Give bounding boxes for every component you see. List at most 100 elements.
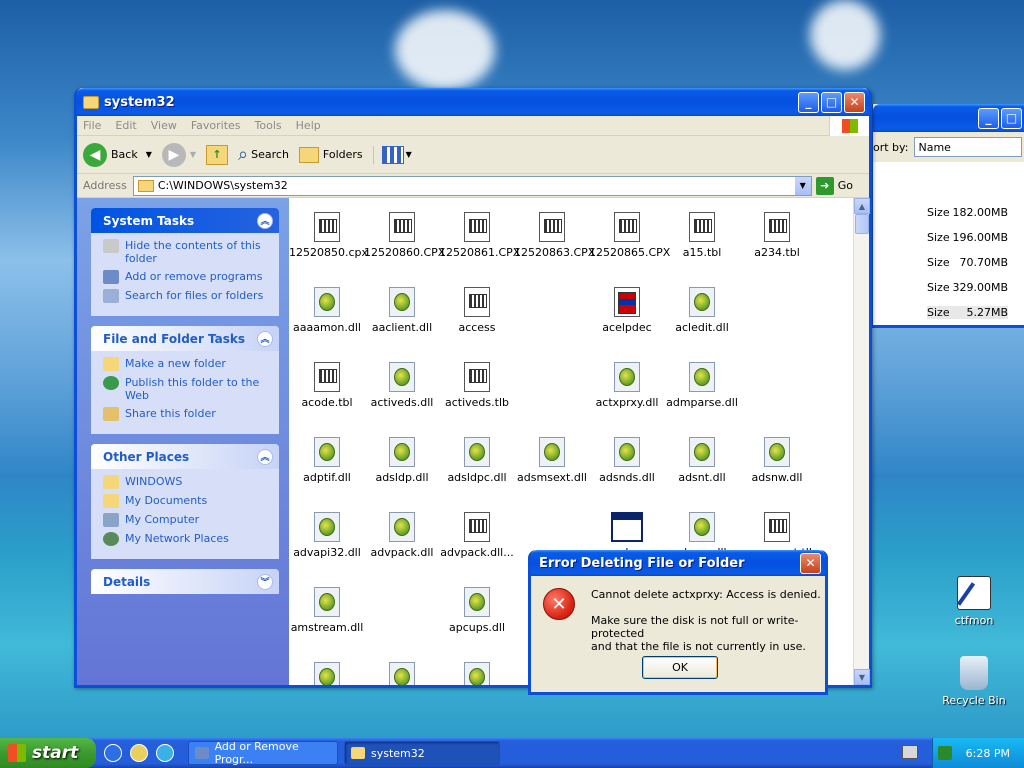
- network-tray-icon[interactable]: [937, 746, 952, 760]
- file-item[interactable]: [364, 662, 440, 685]
- error-dialog[interactable]: Error Deleting File or Folder ✕ ✕ Cannot…: [528, 550, 828, 695]
- back-button[interactable]: ◀ Back ▼: [83, 142, 152, 167]
- place-my-computer[interactable]: My Computer: [103, 513, 273, 527]
- menu-view[interactable]: View: [151, 119, 177, 132]
- search-button[interactable]: ⌕ Search: [238, 144, 289, 165]
- file-item[interactable]: access: [439, 287, 515, 334]
- file-name: 12520865.CPX: [589, 246, 671, 259]
- menu-favorites[interactable]: Favorites: [191, 119, 241, 132]
- dll-file-icon: [464, 437, 490, 467]
- file-item[interactable]: acledit.dll: [664, 287, 740, 334]
- folders-button[interactable]: Folders: [298, 146, 363, 163]
- desktop-icon-ctfmon[interactable]: ctfmon: [934, 576, 1014, 627]
- file-name: aaclient.dll: [371, 321, 433, 334]
- file-item[interactable]: adsnw.dll: [739, 437, 815, 484]
- place-network[interactable]: My Network Places: [103, 532, 273, 546]
- file-item[interactable]: adsmsext.dll: [514, 437, 590, 484]
- menu-edit[interactable]: Edit: [115, 119, 136, 132]
- minimize-button[interactable]: _: [798, 91, 819, 113]
- media-player-icon[interactable]: [156, 744, 174, 762]
- file-folder-tasks-header[interactable]: File and Folder Tasks ︽: [91, 326, 279, 351]
- file-item[interactable]: advpack.dll...: [439, 512, 515, 559]
- file-item[interactable]: adsnds.dll: [589, 437, 665, 484]
- ok-button[interactable]: OK: [642, 656, 718, 679]
- keyboard-icon[interactable]: [902, 745, 918, 759]
- maximize-button[interactable]: □: [821, 91, 842, 113]
- file-item[interactable]: activeds.tlb: [439, 362, 515, 409]
- file-item[interactable]: amstream.dll: [289, 587, 365, 634]
- details-header[interactable]: Details ︾: [91, 569, 279, 594]
- menu-help[interactable]: Help: [296, 119, 321, 132]
- file-item[interactable]: 12520861.CPX: [439, 212, 521, 259]
- task-add-remove[interactable]: Add or Remove Progr...: [188, 740, 338, 766]
- task-hide-contents[interactable]: Hide the contents of this folder: [103, 239, 273, 265]
- up-folder-button[interactable]: ↑: [206, 144, 229, 165]
- file-item[interactable]: 12520863.CPX: [514, 212, 595, 259]
- chevron-down-icon[interactable]: ▼: [794, 176, 811, 195]
- scroll-down-button[interactable]: ▼: [854, 669, 870, 685]
- collapse-icon[interactable]: ︽: [257, 212, 273, 229]
- file-name: 12520861.CPX: [439, 246, 521, 259]
- file-item[interactable]: a234.tbl: [739, 212, 815, 259]
- task-system32[interactable]: system32: [344, 741, 500, 765]
- file-item[interactable]: 12520865.CPX: [589, 212, 671, 259]
- file-item[interactable]: aaaamon.dll: [289, 287, 365, 334]
- file-item[interactable]: activeds.dll: [364, 362, 440, 409]
- maximize-button[interactable]: □: [1001, 107, 1022, 129]
- file-item[interactable]: aaclient.dll: [364, 287, 440, 334]
- menu-file[interactable]: File: [83, 119, 101, 132]
- file-item[interactable]: adsldp.dll: [364, 437, 440, 484]
- minimize-button[interactable]: _: [978, 107, 999, 129]
- file-item[interactable]: 12520860.CPX: [364, 212, 445, 259]
- file-item[interactable]: advpack.dll: [364, 512, 440, 559]
- file-name: advpack.dll...: [440, 546, 514, 559]
- file-item[interactable]: admparse.dll: [664, 362, 740, 409]
- bg-titlebar[interactable]: _ □: [873, 104, 1024, 132]
- task-add-remove[interactable]: Add or remove programs: [103, 270, 273, 284]
- share-icon: [103, 407, 119, 421]
- ie-icon[interactable]: [104, 744, 122, 762]
- background-window[interactable]: _ □ ort by: Name Size 182.00MB Size 196.00…: [870, 104, 1024, 328]
- file-item[interactable]: adptif.dll: [289, 437, 365, 484]
- explorer-titlebar[interactable]: system32 _ □ ✕: [77, 88, 869, 116]
- file-item[interactable]: actxprxy.dll: [589, 362, 665, 409]
- file-item[interactable]: acelpdec: [589, 287, 665, 334]
- go-button[interactable]: ➜ Go: [815, 176, 853, 195]
- task-search[interactable]: Search for files or folders: [103, 289, 273, 303]
- file-item[interactable]: 12520850.cpx: [289, 212, 368, 259]
- file-item[interactable]: [439, 662, 515, 685]
- place-my-documents[interactable]: My Documents: [103, 494, 273, 508]
- file-item[interactable]: acode.tbl: [289, 362, 365, 409]
- file-item[interactable]: apcups.dll: [439, 587, 515, 634]
- other-places-header[interactable]: Other Places ︽: [91, 444, 279, 469]
- system-tasks-header[interactable]: System Tasks ︽: [91, 208, 279, 233]
- start-button[interactable]: start: [0, 738, 96, 768]
- file-item[interactable]: adsldpc.dll: [439, 437, 515, 484]
- outlook-icon[interactable]: [130, 744, 148, 762]
- clock[interactable]: 6:28 PM: [966, 747, 1010, 760]
- scroll-thumb[interactable]: [855, 214, 869, 234]
- task-new-folder[interactable]: Make a new folder: [103, 357, 273, 371]
- forward-button[interactable]: ▶ ▼: [161, 142, 196, 167]
- vertical-scrollbar[interactable]: ▲ ▼: [853, 198, 870, 685]
- scroll-up-button[interactable]: ▲: [854, 198, 870, 214]
- file-item[interactable]: a15.tbl: [664, 212, 740, 259]
- dialog-titlebar[interactable]: Error Deleting File or Folder ✕: [531, 550, 825, 576]
- views-button[interactable]: ▼: [372, 145, 412, 164]
- file-item[interactable]: [289, 662, 365, 685]
- task-publish-web[interactable]: Publish this folder to the Web: [103, 376, 273, 402]
- collapse-icon[interactable]: ︽: [257, 330, 273, 347]
- chevron-down-icon[interactable]: ▼: [146, 150, 152, 159]
- sort-select[interactable]: Name: [914, 137, 1023, 157]
- place-windows[interactable]: WINDOWS: [103, 475, 273, 489]
- close-button[interactable]: ✕: [800, 552, 821, 574]
- address-input[interactable]: C:\WINDOWS\system32 ▼: [132, 175, 812, 196]
- menu-tools[interactable]: Tools: [255, 119, 282, 132]
- expand-icon[interactable]: ︾: [257, 573, 273, 590]
- file-item[interactable]: adsnt.dll: [664, 437, 740, 484]
- collapse-icon[interactable]: ︽: [257, 448, 273, 465]
- task-share-folder[interactable]: Share this folder: [103, 407, 273, 421]
- desktop-icon-recycle-bin[interactable]: Recycle Bin: [934, 656, 1014, 707]
- file-item[interactable]: advapi32.dll: [289, 512, 365, 559]
- close-button[interactable]: ✕: [844, 91, 865, 113]
